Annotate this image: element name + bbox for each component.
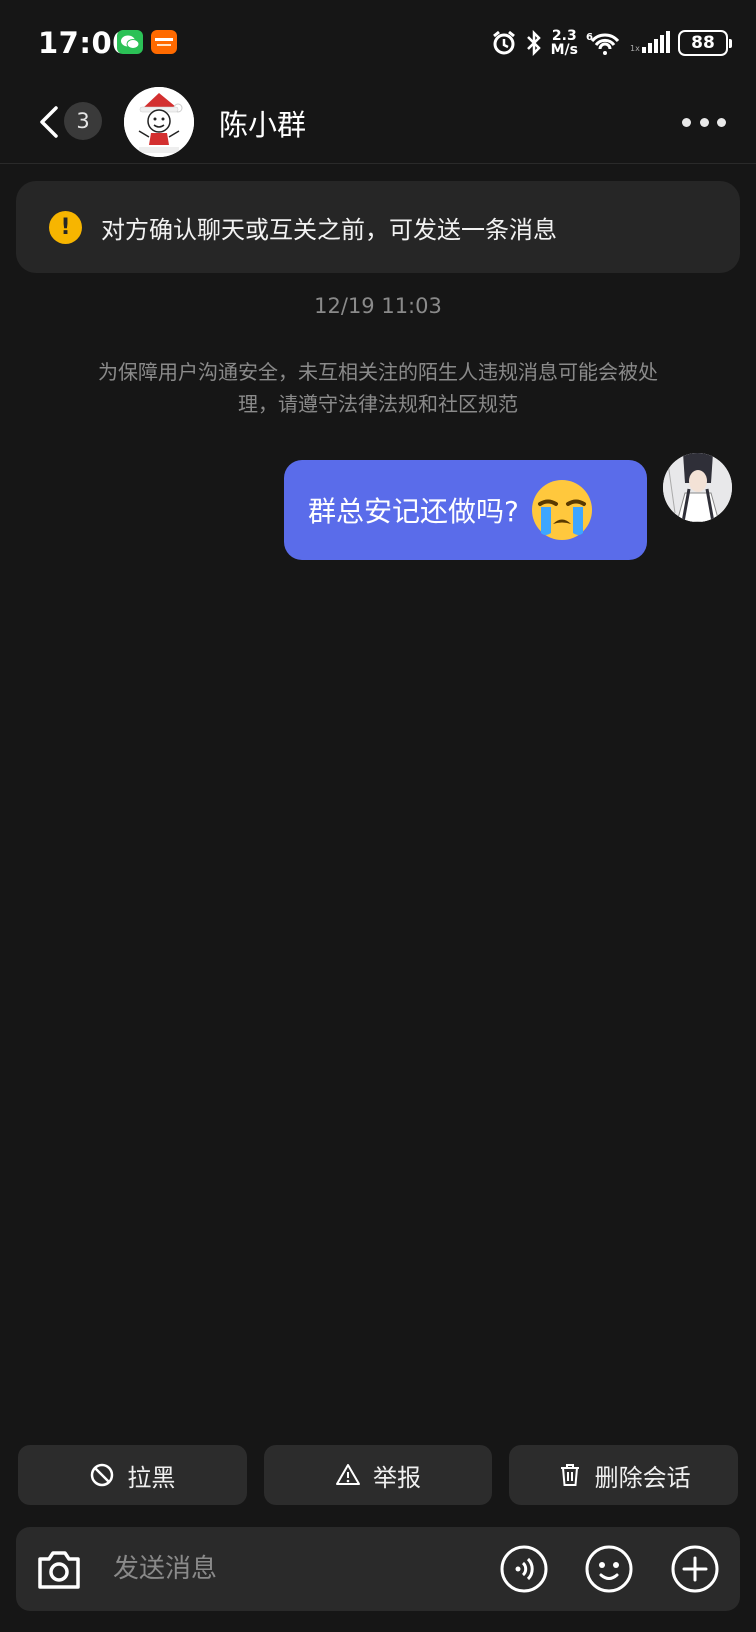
dot-icon [682,117,691,127]
unread-count-badge[interactable]: 3 [64,102,102,140]
notice-text: 对方确认聊天或互关之前，可发送一条消息 [101,215,557,244]
block-icon [91,1463,114,1487]
message-text: 群总安记还做吗? [308,495,519,528]
trash-icon [560,1464,579,1486]
safety-tip: 为保障用户沟通安全，未互相关注的陌生人违规消息可能会被处理，请遵守法律法规和社区… [98,360,658,416]
network-speed: 2.3 M/s [550,28,578,58]
dot-icon [717,117,726,127]
more-options-button[interactable] [682,112,726,132]
message-limit-notice: ! 对方确认聊天或互关之前，可发送一条消息 [16,181,740,273]
contact-avatar[interactable] [124,87,194,157]
user-avatar[interactable] [663,453,732,522]
crying-face-emoji-icon [531,480,592,540]
status-icons: 2.3 M/s 6 1x 88 [491,28,732,58]
camera-icon[interactable] [34,1545,84,1593]
block-button[interactable]: 拉黑 [18,1445,247,1505]
message-input[interactable] [113,1549,473,1589]
back-button[interactable] [34,102,64,142]
report-button[interactable]: 举报 [263,1445,493,1505]
bluetooth-icon [526,30,541,56]
warning-icon: ! [49,210,82,244]
sent-message-bubble[interactable]: 群总安记还做吗? [284,460,647,560]
svg-text:6: 6 [586,32,593,43]
plus-icon[interactable] [670,1544,720,1594]
alarm-icon [492,30,515,55]
signal-icon: 1x [630,31,670,53]
status-bar: 17:00 2.3 M/s 6 1x 88 [0,0,756,84]
dot-icon [699,117,709,127]
conversation-actions: 拉黑 举报 删除会话 [18,1445,739,1505]
emoji-icon[interactable] [584,1544,634,1594]
message-input-bar [16,1527,740,1611]
block-label: 拉黑 [127,1463,176,1492]
voice-icon[interactable] [499,1544,549,1594]
chat-screen: 17:00 2.3 M/s 6 1x 88 3 陈小群 ! 对方确认聊天或互关之… [0,0,756,1632]
contact-name[interactable]: 陈小群 [219,102,306,144]
wechat-icon [117,30,143,54]
message-timestamp: 12/19 11:03 [314,294,442,318]
delete-label: 删除会话 [594,1463,691,1492]
chat-header: 3 陈小群 [0,84,756,164]
wifi-icon: 6 [586,32,620,55]
svg-text:1x: 1x [630,44,640,53]
report-label: 举报 [373,1463,421,1492]
battery-icon: 88 [678,30,732,56]
warning-triangle-icon [336,1464,360,1485]
delete-conversation-button[interactable]: 删除会话 [509,1445,739,1505]
taobao-icon [151,30,177,54]
